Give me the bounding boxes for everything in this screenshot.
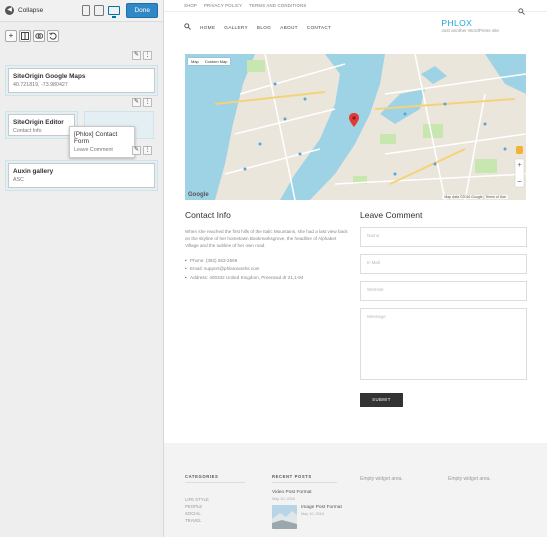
menu-item-blog[interactable]: BLOG xyxy=(257,25,271,30)
post-thumbnail[interactable] xyxy=(272,505,297,529)
top-navigation: SHOP PRIVACY POLICY TERMS AND CONDITIONS xyxy=(164,0,547,12)
post-link[interactable]: Image Post Format xyxy=(301,505,342,510)
leave-comment-heading: Leave Comment xyxy=(360,210,423,220)
row-move-icon[interactable]: ⋮ xyxy=(143,146,152,155)
menu-item-about[interactable]: ABOUT xyxy=(280,25,298,30)
contact-info-paragraph: When she reached the first hills of the … xyxy=(185,229,348,249)
footer-widget-4: Empty widget area. xyxy=(448,476,491,482)
mobile-preview-icon[interactable] xyxy=(82,5,91,16)
collapse-arrow-icon: ◀ xyxy=(5,6,14,15)
leave-comment-form: Leave Comment Name E-Mail Website Messag… xyxy=(360,210,527,407)
row-2-handles: ✎ ⋮ xyxy=(132,98,152,107)
email-input[interactable]: E-Mail xyxy=(360,254,527,274)
widget-description: ASC xyxy=(13,177,24,183)
row-move-icon[interactable]: ⋮ xyxy=(143,98,152,107)
empty-widget-text: Empty widget area. xyxy=(360,476,403,482)
widget-google-maps[interactable]: SiteOrigin Google Maps 40.721819, -73.98… xyxy=(8,68,155,93)
desktop-preview-icon[interactable] xyxy=(108,6,121,18)
site-tagline: Just another WordPress site xyxy=(441,28,499,33)
widget-title: [Phlox] Contact Form xyxy=(74,131,118,145)
contact-email: Email: support@phlanxworks.com xyxy=(185,266,350,271)
contact-phone: Phone: (392) 583-2569 xyxy=(185,258,350,263)
post-link[interactable]: Video Post Format xyxy=(272,490,342,495)
category-link[interactable]: LIFE STYLE xyxy=(185,497,245,502)
widget-title: SiteOrigin Google Maps xyxy=(13,73,86,80)
map-canvas: + − xyxy=(185,54,526,200)
contact-info-section: Contact Info When she reached the first … xyxy=(185,210,350,283)
name-input[interactable]: Name xyxy=(360,227,527,247)
recent-posts-heading: RECENT POSTS xyxy=(272,474,337,483)
footer-categories: CATEGORIES LIFE STYLE PEOPLE SOCIAL TRAV… xyxy=(185,474,245,523)
category-link[interactable]: TRAVEL xyxy=(185,518,245,523)
menu-item-contact[interactable]: CONTACT xyxy=(307,25,331,30)
footer-widget-3: Empty widget area. xyxy=(360,476,403,482)
builder-row-2: ✎ ⋮ SiteOrigin Editor Contact Info [Phlo… xyxy=(5,98,158,158)
contact-info-heading: Contact Info xyxy=(185,210,231,220)
site-footer: CATEGORIES LIFE STYLE PEOPLE SOCIAL TRAV… xyxy=(164,443,547,537)
builder-row-3: ✎ ⋮ Auxin gallery ASC xyxy=(5,146,158,191)
google-logo: Google xyxy=(188,192,209,198)
widget-title: Auxin gallery xyxy=(13,168,54,175)
collapse-button[interactable]: ◀ Collapse xyxy=(5,6,43,15)
widget-title: SiteOrigin Editor xyxy=(13,119,64,126)
row-1-cell[interactable]: SiteOrigin Google Maps 40.721819, -73.98… xyxy=(5,65,158,96)
row-3-cell[interactable]: Auxin gallery ASC xyxy=(5,160,158,191)
row-edit-icon[interactable]: ✎ xyxy=(132,51,141,60)
site-header: HOME GALLERY BLOG ABOUT CONTACT PHLOX Ju… xyxy=(164,12,547,42)
builder-topbar: ◀ Collapse Done xyxy=(0,0,163,22)
widget-description: 40.721819, -73.980427 xyxy=(13,82,68,88)
website-input[interactable]: Website xyxy=(360,281,527,301)
main-menu: HOME GALLERY BLOG ABOUT CONTACT xyxy=(184,23,331,31)
history-icon[interactable] xyxy=(47,30,59,42)
tablet-preview-icon[interactable] xyxy=(94,5,105,16)
message-textarea[interactable]: Message xyxy=(360,308,527,380)
topnav-link-shop[interactable]: SHOP xyxy=(184,3,197,8)
done-button[interactable]: Done xyxy=(126,3,158,18)
site-brand[interactable]: PHLOX Just another WordPress site xyxy=(441,18,499,33)
map-type-tabs: Map Custom Map xyxy=(188,58,231,65)
topnav-link-terms[interactable]: TERMS AND CONDITIONS xyxy=(249,3,306,8)
add-widget-icon[interactable]: + xyxy=(5,30,17,42)
footer-recent-posts: RECENT POSTS Video Post Format May 10, 2… xyxy=(272,474,342,529)
menu-item-home[interactable]: HOME xyxy=(200,25,215,30)
widget-editor[interactable]: SiteOrigin Editor Contact Info xyxy=(8,114,75,136)
svg-text:−: − xyxy=(517,177,522,186)
menu-item-gallery[interactable]: GALLERY xyxy=(224,25,248,30)
category-link[interactable]: SOCIAL xyxy=(185,511,245,516)
post-date: May 10, 2016 xyxy=(272,497,296,501)
device-switcher xyxy=(82,5,121,18)
site-title: PHLOX xyxy=(441,18,473,28)
row-edit-icon[interactable]: ✎ xyxy=(132,98,141,107)
map-tab-map[interactable]: Map xyxy=(188,58,202,65)
live-preview: SHOP PRIVACY POLICY TERMS AND CONDITIONS… xyxy=(164,0,547,537)
svg-text:+: + xyxy=(517,162,521,169)
row-2-cell-left[interactable]: SiteOrigin Editor Contact Info xyxy=(5,111,78,139)
map-tab-custom[interactable]: Custom Map xyxy=(202,58,231,65)
post-with-thumb: Image Post Format May 10, 2016 xyxy=(272,505,342,529)
map-credit: Map data ©2016 Google | Terms of Use xyxy=(442,195,508,199)
widget-auxin-gallery[interactable]: Auxin gallery ASC xyxy=(8,163,155,188)
menu-search-icon[interactable] xyxy=(184,23,191,31)
contact-address: Address: 400342 United Kingdom, Preenead… xyxy=(185,275,350,280)
prebuilt-layout-icon[interactable] xyxy=(33,30,45,42)
topnav-link-privacy[interactable]: PRIVACY POLICY xyxy=(204,3,242,8)
submit-button[interactable]: SUBMIT xyxy=(360,393,403,407)
page-builder-panel: ◀ Collapse Done + ✎ ⋮ SiteOrigin Google xyxy=(0,0,164,537)
collapse-label: Collapse xyxy=(18,7,44,14)
google-map[interactable]: + − Map Custom Map Google Map data ©2016… xyxy=(185,54,526,200)
row-1-handles: ✎ ⋮ xyxy=(132,51,152,60)
categories-heading: CATEGORIES xyxy=(185,474,245,483)
empty-widget-text: Empty widget area. xyxy=(448,476,491,482)
category-link[interactable]: PEOPLE xyxy=(185,504,245,509)
contact-info-list: Phone: (392) 583-2569 Email: support@phl… xyxy=(185,258,350,280)
widget-description: Contact Info xyxy=(13,128,42,134)
add-row-icon[interactable] xyxy=(19,30,31,42)
row-3-handles: ✎ ⋮ xyxy=(132,146,152,155)
post-date: May 10, 2016 xyxy=(301,512,325,516)
row-move-icon[interactable]: ⋮ xyxy=(143,51,152,60)
row-edit-icon[interactable]: ✎ xyxy=(132,146,141,155)
builder-row-1: ✎ ⋮ SiteOrigin Google Maps 40.721819, -7… xyxy=(5,51,158,96)
builder-toolbar: + xyxy=(0,26,163,46)
